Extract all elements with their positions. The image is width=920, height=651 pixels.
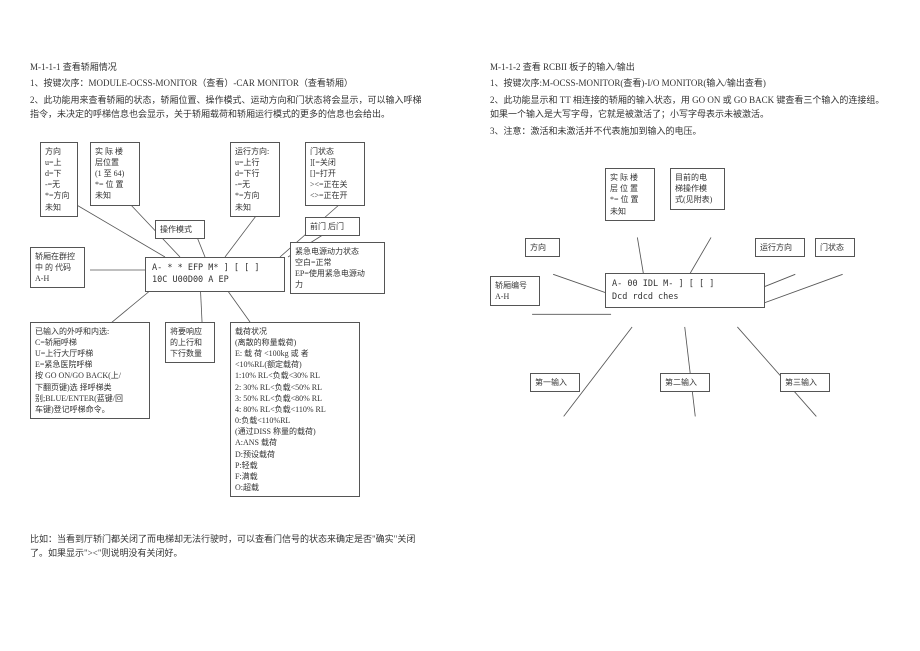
- right-line2: 2、此功能显示和 TT 相连接的轿厢的输入状态，用 GO ON 或 GO BAC…: [490, 93, 890, 122]
- box-run-direction: 运行方向: u=上行 d=下行 -=无 *=方向 未知: [230, 142, 280, 217]
- center-line1: A- * * EFP M* ] [ [ ]: [152, 262, 278, 275]
- box-direction-r: 方向: [525, 238, 560, 257]
- box-door-state: 门状态 ][=关闭 []=打开 ><=正在关 <>=正在开: [305, 142, 365, 206]
- left-diagram: 方向 u=上 d=下 -=无 *=方向 未知 实 际 楼 层位置 (1 至 64…: [30, 142, 430, 522]
- box-floor-position-r: 实 际 楼 层 位 置 *= 位 置 未知: [605, 168, 655, 221]
- box-updown-count: 将要响应 的上行和 下行数量: [165, 322, 215, 364]
- center-display-r: A- 00 IDL M- ] [ [ ] Dcd rdcd ches: [605, 273, 765, 309]
- box-car-code: 轿厢在群控 中 的 代码 A-H: [30, 247, 85, 289]
- box-operation-mode: 操作模式: [155, 220, 205, 239]
- box-calls: 已输入的外呼和内选: C=轿厢呼梯 U=上行大厅呼梯 E=紧急医院呼梯 按 GO…: [30, 322, 150, 420]
- left-title: M-1-1-1 查看轿厢情况: [30, 60, 430, 74]
- right-title: M-1-1-2 查看 RCBII 板子的输入/输出: [490, 60, 890, 74]
- left-column: M-1-1-1 查看轿厢情况 1、按键次序：MODULE-OCSS-MONITO…: [30, 60, 430, 560]
- box-floor-position: 实 际 楼 层位置 (1 至 64) *= 位 置 未知: [90, 142, 140, 206]
- right-line3: 3、注意：激活和未激活并不代表施加到输入的电压。: [490, 124, 890, 138]
- box-load-status: 载荷状况 (离散的称量载荷) E: 载 荷 <100kg 或 者 <10%RL(…: [230, 322, 360, 498]
- box-run-direction-r: 运行方向: [755, 238, 805, 257]
- box-door-state-r: 门状态: [815, 238, 855, 257]
- box-car-id: 轿厢编号 A-H: [490, 276, 540, 306]
- center-line2: 10C U00D00 A EP: [152, 274, 278, 287]
- left-line1: 1、按键次序：MODULE-OCSS-MONITOR（查看）-CAR MONIT…: [30, 76, 430, 90]
- right-header: M-1-1-2 查看 RCBII 板子的输入/输出 1、按键次序:M-OCSS-…: [490, 60, 890, 138]
- right-column: M-1-1-2 查看 RCBII 板子的输入/输出 1、按键次序:M-OCSS-…: [490, 60, 890, 560]
- right-diagram: 实 际 楼 层 位 置 *= 位 置 未知 目前的电 梯操作模 式(见附表) 方…: [490, 158, 890, 538]
- box-op-mode-r: 目前的电 梯操作模 式(见附表): [670, 168, 725, 210]
- box-emergency-power: 紧急电源动力状态 空白=正常 EP=使用紧急电源动 力: [290, 242, 385, 295]
- right-line1: 1、按键次序:M-OCSS-MONITOR(查看)-I/O MONITOR(输入…: [490, 76, 890, 90]
- center-display: A- * * EFP M* ] [ [ ] 10C U00D00 A EP: [145, 257, 285, 293]
- center-line1-r: A- 00 IDL M- ] [ [ ]: [612, 278, 758, 291]
- right-connector-lines: [490, 158, 890, 538]
- left-line2: 2、此功能用来查看轿厢的状态，轿厢位置、操作模式、运动方向和门状态将会显示，可以…: [30, 93, 430, 122]
- left-footer: 比如：当看到厅轿门都关闭了而电梯却无法行驶时，可以查看门信号的状态来确定是否"确…: [30, 532, 430, 561]
- box-direction: 方向 u=上 d=下 -=无 *=方向 未知: [40, 142, 78, 217]
- left-header: M-1-1-1 查看轿厢情况 1、按键次序：MODULE-OCSS-MONITO…: [30, 60, 430, 122]
- box-input2: 第二输入: [660, 373, 710, 392]
- box-input1: 第一输入: [530, 373, 580, 392]
- box-doors: 前门 后门: [305, 217, 360, 236]
- center-line2-r: Dcd rdcd ches: [612, 291, 758, 304]
- box-input3: 第三输入: [780, 373, 830, 392]
